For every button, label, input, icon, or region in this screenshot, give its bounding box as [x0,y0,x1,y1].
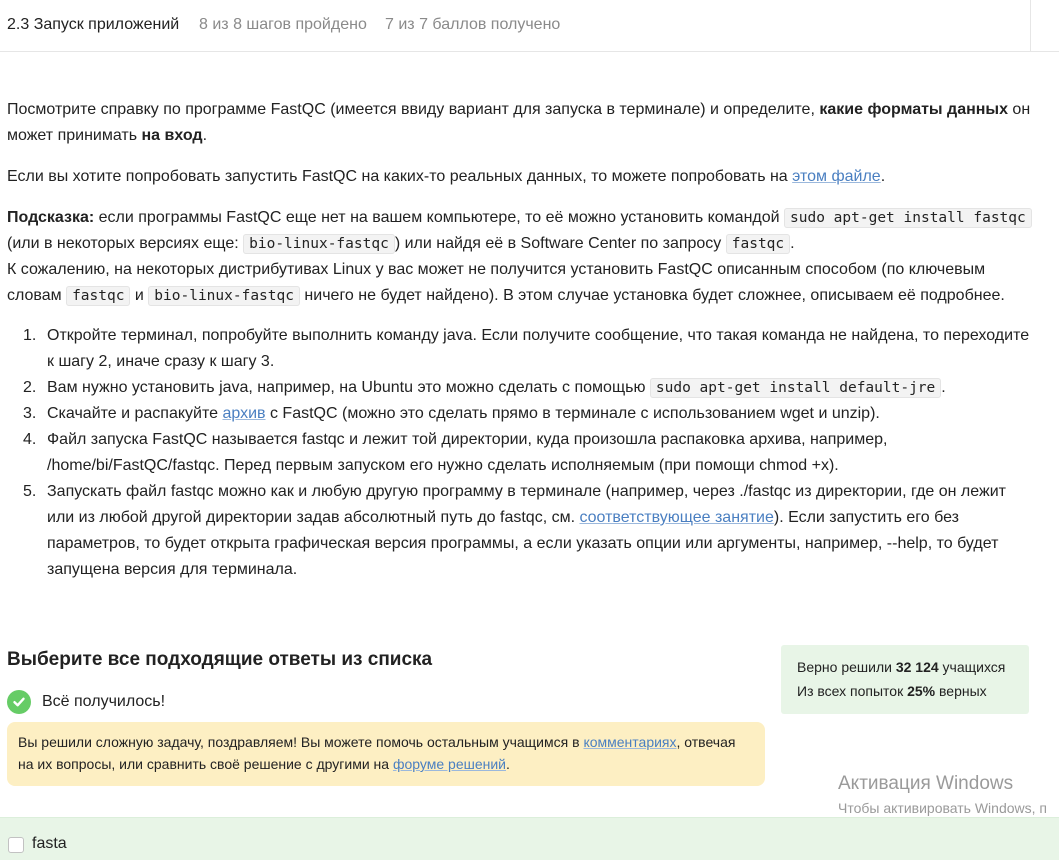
solve-stats: Верно решили 32 124 учащихся Из всех поп… [781,645,1029,714]
code-install-jre: sudo apt-get install default-jre [649,378,942,398]
task-text-end: . [202,127,208,144]
task-paragraph: Посмотрите справку по программе FastQC (… [7,97,1037,149]
watermark-subtitle: Чтобы активировать Windows, п [838,800,1047,816]
solved-count-line: Верно решили 32 124 учащихся [797,655,1013,679]
windows-activation-watermark: Активация Windows Чтобы активировать Win… [838,772,1047,818]
success-message: Всё получилось! [7,689,165,715]
step-3-end: с FastQC (можно это сделать прямо в терм… [265,405,880,422]
stats-text: Верно решили [797,659,896,675]
steps-progress: 8 из 8 шагов пройдено [199,16,367,33]
list-item: 3. Скачайте и распакуйте архив с FastQC (… [23,405,880,422]
code-bio-linux-fastqc: bio-linux-fastqc [243,234,395,254]
stats-text-4: верных [935,683,987,699]
step-2-text: Вам нужно установить java, например, на … [47,379,650,396]
solutions-forum-link[interactable]: форуме решений [393,756,506,772]
data-text: Если вы хотите попробовать запустить Fas… [7,168,793,185]
hint-text-7: ничего не будет найдено). В этом случае … [299,287,1005,304]
lesson-title[interactable]: 2.3 Запуск приложений [7,16,179,34]
task-bold-input: на вход [141,127,203,144]
hint-paragraph: Подсказка: если программы FastQC еще нет… [7,205,1037,309]
hint-text-6: и [130,287,149,304]
notice-text: Вы решили сложную задачу, поздравляем! В… [18,734,584,750]
success-text: Всё получилось! [42,693,166,710]
quiz-title: Выберите все подходящие ответы из списка [7,649,433,670]
step-1-text: Откройте терминал, попробуйте выполнить … [47,327,1030,370]
comments-link[interactable]: комментариях [583,734,676,750]
hint-label: Подсказка: [7,209,95,226]
archive-link[interactable]: архив [222,405,265,422]
task-text: Посмотрите справку по программе FastQC (… [7,101,820,118]
hint-text-4: . [790,235,795,252]
hint-text-2: (или в некоторых версиях еще: [7,235,244,252]
stats-text-2: учащихся [938,659,1006,675]
hint-text-3: ) или найдя её в Software Center по запр… [394,235,726,252]
list-item: 2. Вам нужно установить java, например, н… [23,378,946,398]
list-item: 4. Файл запуска FastQC называется fastqc … [23,431,888,474]
step-2-end: . [941,379,946,396]
code-fastqc-keyword: fastqc [66,286,131,306]
data-file-link[interactable]: этом файле [792,168,881,185]
success-rate-line: Из всех попыток 25% верных [797,679,1013,703]
option-label: fasta [32,835,67,852]
code-install-fastqc: sudo apt-get install fastqc [784,208,1032,228]
stats-text-3: Из всех попыток [797,683,908,699]
data-text-end: . [880,168,886,185]
install-steps-list: 1. Откройте терминал, попробуйте выполнит… [7,323,1037,583]
data-paragraph: Если вы хотите попробовать запустить Fas… [7,164,1037,190]
option-checkbox[interactable] [8,837,24,853]
lesson-link[interactable]: соответствующее занятие [579,509,773,526]
task-bold-formats: какие форматы данных [819,101,1008,118]
list-item: 1. Откройте терминал, попробуйте выполнит… [23,327,1030,370]
code-bio-linux-keyword: bio-linux-fastqc [148,286,300,306]
code-fastqc: fastqc [725,234,791,254]
header-divider [1030,0,1031,52]
check-circle-icon [7,690,31,714]
solved-count: 32 124 [895,659,939,675]
lesson-header: 2.3 Запуск приложений 8 из 8 шагов пройд… [0,0,1059,52]
watermark-title: Активация Windows [838,773,1014,794]
hint-text: если программы FastQC еще нет на вашем к… [94,209,785,226]
answer-option-fasta[interactable]: fasta [0,817,1059,860]
success-rate: 25% [907,683,936,699]
step-4-text: Файл запуска FastQC называется fastqc и … [47,431,888,474]
congrats-notice: Вы решили сложную задачу, поздравляем! В… [7,722,765,786]
score-progress: 7 из 7 баллов получено [385,16,561,33]
notice-text-end: . [506,756,510,772]
list-item: 5. Запускать файл fastqc можно как и любу… [23,483,1006,578]
step-3-text: Скачайте и распакуйте [47,405,223,422]
